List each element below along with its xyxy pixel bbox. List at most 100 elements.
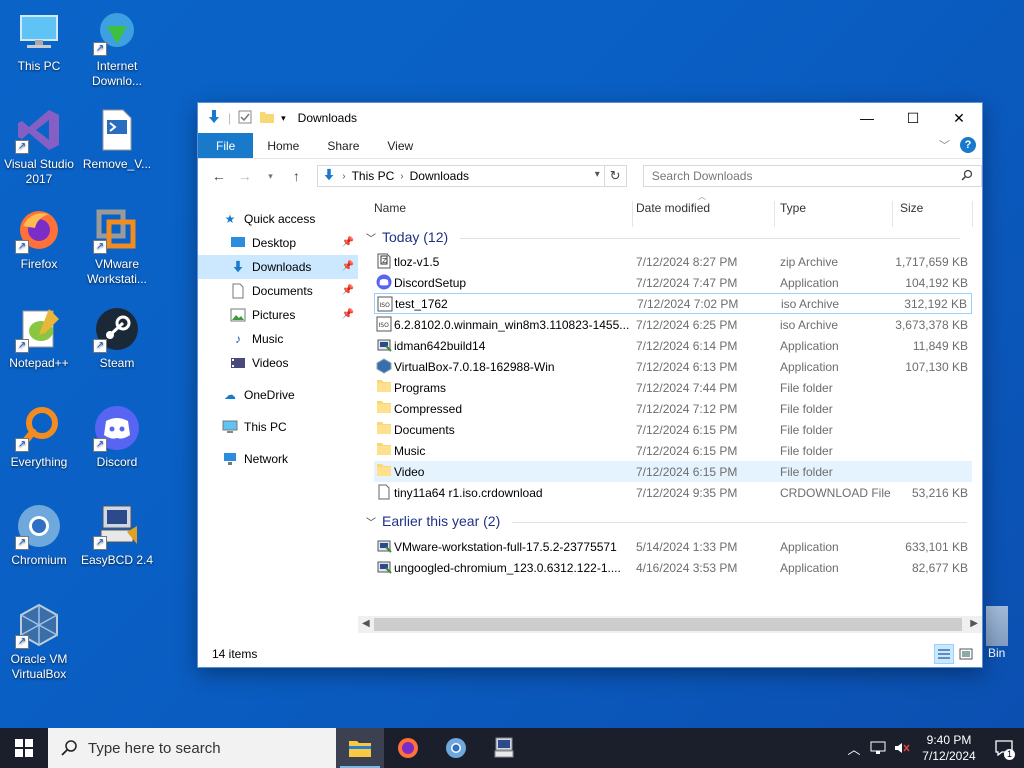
nav-quick-access[interactable]: ★ Quick access bbox=[198, 207, 358, 231]
nav-documents[interactable]: Documents 📌 bbox=[198, 279, 358, 303]
pin-icon[interactable]: 📌 bbox=[342, 237, 354, 248]
breadcrumb-chevron-icon[interactable]: › bbox=[342, 171, 345, 182]
action-center-button[interactable]: 1 bbox=[984, 740, 1024, 760]
taskbar-search-input[interactable]: Type here to search bbox=[88, 740, 221, 757]
file-name: ungoogled-chromium_123.0.6312.122-1.... bbox=[394, 560, 621, 575]
desktop-icon-notepad-plus-plus[interactable]: ↗ Notepad++ bbox=[0, 305, 78, 371]
svg-text:ISO: ISO bbox=[380, 302, 391, 309]
column-header-name[interactable]: Name bbox=[374, 201, 406, 215]
file-row[interactable]: DiscordSetup 7/12/2024 7:47 PM Application… bbox=[374, 272, 972, 293]
address-bar[interactable]: › This PC › Downloads ▾ ↻ bbox=[317, 165, 627, 187]
up-button[interactable]: ↑ bbox=[285, 165, 307, 187]
scroll-right-arrow-icon[interactable]: ▶ bbox=[970, 618, 978, 629]
file-row[interactable]: Compressed 7/12/2024 7:12 PM File folder bbox=[374, 398, 972, 419]
desktop-icon-chromium[interactable]: ↗ Chromium bbox=[0, 502, 78, 568]
desktop-icon-virtualbox[interactable]: ↗ Oracle VM VirtualBox bbox=[0, 601, 78, 682]
group-header-today[interactable]: ﹀ Today (12) bbox=[366, 229, 961, 245]
details-view-button[interactable] bbox=[934, 644, 954, 664]
desktop-icon-everything[interactable]: ↗ Everything bbox=[0, 404, 78, 470]
column-header-size[interactable]: Size bbox=[900, 201, 923, 215]
desktop-icon-label: Bin bbox=[988, 646, 1006, 660]
nav-label: Downloads bbox=[252, 260, 312, 274]
horizontal-scrollbar[interactable]: ◀ ▶ bbox=[358, 616, 982, 633]
desktop-icon-vmware[interactable]: ↗ VMware Workstati... bbox=[78, 206, 156, 287]
large-icons-view-button[interactable] bbox=[956, 644, 976, 664]
close-button[interactable]: ✕ bbox=[936, 103, 982, 133]
nav-onedrive[interactable]: ☁ OneDrive bbox=[198, 383, 358, 407]
file-row[interactable]: Programs 7/12/2024 7:44 PM File folder bbox=[374, 377, 972, 398]
expand-ribbon-chevron-icon[interactable]: ﹀ bbox=[939, 137, 950, 153]
taskbar-easybcd[interactable] bbox=[480, 728, 528, 768]
tab-share[interactable]: Share bbox=[313, 133, 373, 158]
desktop-icon-this-pc[interactable]: This PC bbox=[0, 8, 78, 74]
file-row[interactable]: tiny11a64 r1.iso.crdownload 7/12/2024 9:3… bbox=[374, 482, 972, 503]
start-button[interactable] bbox=[0, 728, 48, 768]
breadcrumb-downloads[interactable]: Downloads bbox=[410, 169, 469, 183]
taskbar-firefox[interactable] bbox=[384, 728, 432, 768]
pin-icon[interactable]: 📌 bbox=[342, 285, 354, 296]
refresh-button[interactable]: ↻ bbox=[603, 166, 626, 186]
desktop-icon-remove-v[interactable]: Remove_V... bbox=[78, 106, 156, 172]
nav-pictures[interactable]: Pictures 📌 bbox=[198, 303, 358, 327]
minimize-button[interactable]: — bbox=[844, 103, 890, 133]
scroll-left-arrow-icon[interactable]: ◀ bbox=[362, 618, 370, 629]
file-date-modified: 7/12/2024 6:15 PM bbox=[636, 443, 738, 458]
file-row[interactable]: Ztloz-v1.5 7/12/2024 8:27 PM zip Archive 1,… bbox=[374, 251, 972, 272]
help-icon[interactable]: ? bbox=[960, 137, 976, 153]
volume-muted-icon[interactable] bbox=[890, 741, 914, 755]
new-folder-icon[interactable] bbox=[259, 109, 275, 128]
desktop-icon-firefox[interactable]: ↗ Firefox bbox=[0, 206, 78, 272]
file-date-modified: 7/12/2024 6:25 PM bbox=[636, 317, 738, 332]
file-row[interactable]: ISO 6.2.8102.0.winmain_win8m3.110823-1455… bbox=[374, 314, 972, 335]
maximize-button[interactable]: ☐ bbox=[890, 103, 936, 133]
tab-file[interactable]: File bbox=[198, 133, 254, 158]
breadcrumb-this-pc[interactable]: This PC bbox=[352, 169, 395, 183]
column-header-type[interactable]: Type bbox=[780, 201, 806, 215]
properties-check-icon[interactable] bbox=[237, 109, 253, 128]
address-dropdown-icon[interactable]: ▾ bbox=[595, 169, 600, 180]
group-header-earlier-this-year[interactable]: ﹀ Earlier this year (2) bbox=[366, 513, 968, 529]
nav-music[interactable]: ♪ Music bbox=[198, 327, 358, 351]
file-row[interactable]: Documents 7/12/2024 6:15 PM File folder bbox=[374, 419, 972, 440]
nav-desktop[interactable]: Desktop 📌 bbox=[198, 231, 358, 255]
customize-qat-dropdown-icon[interactable]: ▾ bbox=[281, 113, 286, 124]
search-input[interactable]: Search Downloads bbox=[652, 169, 753, 183]
taskbar-file-explorer[interactable] bbox=[336, 728, 384, 768]
pin-icon[interactable]: 📌 bbox=[342, 261, 354, 272]
file-row[interactable]: ISO test_1762 7/12/2024 7:02 PM iso Archive… bbox=[374, 293, 972, 314]
file-type: Application bbox=[780, 338, 839, 353]
desktop-icon-internet-download-manager[interactable]: ↗ Internet Downlo... bbox=[78, 8, 156, 89]
breadcrumb-chevron-icon[interactable]: › bbox=[400, 171, 403, 182]
search-box[interactable]: Search Downloads bbox=[642, 165, 982, 187]
recent-locations-chevron-icon[interactable]: ▾ bbox=[260, 165, 282, 187]
desktop-icon-easybcd[interactable]: ↗ EasyBCD 2.4 bbox=[78, 502, 156, 568]
scrollbar-thumb[interactable] bbox=[374, 618, 962, 631]
nav-videos[interactable]: Videos bbox=[198, 351, 358, 375]
file-row[interactable]: idman642build14 7/12/2024 6:14 PM Applicat… bbox=[374, 335, 972, 356]
nav-this-pc[interactable]: This PC bbox=[198, 415, 358, 439]
back-button[interactable]: ← bbox=[208, 165, 230, 187]
file-row[interactable]: VirtualBox-7.0.18-162988-Win 7/12/2024 6:… bbox=[374, 356, 972, 377]
file-row[interactable]: VMware-workstation-full-17.5.2-23775571 5… bbox=[374, 536, 972, 557]
nav-network[interactable]: Network bbox=[198, 447, 358, 471]
taskbar-chromium[interactable] bbox=[432, 728, 480, 768]
desktop-icon-recycle-bin[interactable]: Bin bbox=[986, 606, 1008, 660]
forward-button[interactable]: → bbox=[234, 165, 256, 187]
taskbar-search-box[interactable]: Type here to search bbox=[48, 728, 336, 768]
network-icon[interactable] bbox=[866, 741, 890, 755]
desktop-icon-steam[interactable]: ↗ Steam bbox=[78, 305, 156, 371]
desktop-icon-discord[interactable]: ↗ Discord bbox=[78, 404, 156, 470]
installer-icon bbox=[376, 337, 392, 353]
desktop-icon-label: Steam bbox=[99, 356, 135, 370]
tab-home[interactable]: Home bbox=[253, 133, 313, 158]
pin-icon[interactable]: 📌 bbox=[342, 309, 354, 320]
nav-downloads[interactable]: Downloads 📌 bbox=[198, 255, 358, 279]
desktop-icon-visual-studio[interactable]: ↗ Visual Studio 2017 bbox=[0, 106, 78, 187]
clock[interactable]: 9:40 PM 7/12/2024 bbox=[914, 732, 984, 764]
file-row[interactable]: Music 7/12/2024 6:15 PM File folder bbox=[374, 440, 972, 461]
column-header-date-modified[interactable]: Date modified bbox=[636, 201, 710, 215]
tab-view[interactable]: View bbox=[373, 133, 427, 158]
show-hidden-icons-chevron-icon[interactable]: ︿ bbox=[842, 739, 866, 758]
file-row[interactable]: Video 7/12/2024 6:15 PM File folder bbox=[374, 461, 972, 482]
file-row[interactable]: ungoogled-chromium_123.0.6312.122-1.... 4… bbox=[374, 557, 972, 578]
